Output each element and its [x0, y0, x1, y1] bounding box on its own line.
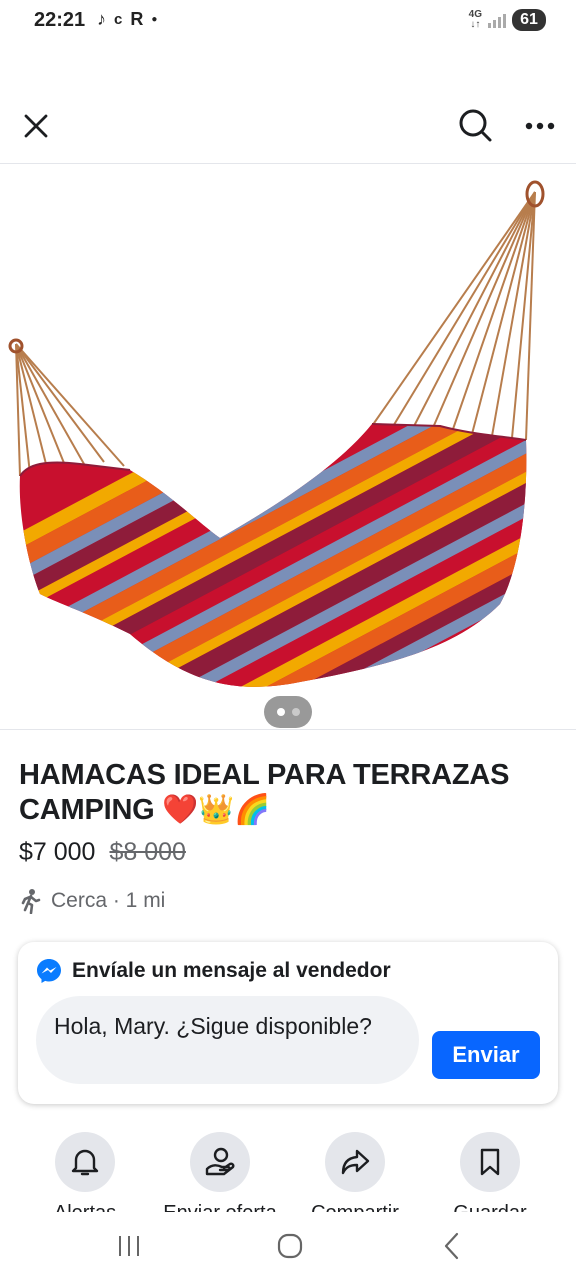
- save-button[interactable]: Guardar: [430, 1132, 550, 1212]
- bookmark-icon: [480, 1148, 500, 1176]
- alerts-label: Alertas: [54, 1202, 116, 1212]
- listing-photo-carousel[interactable]: [0, 164, 576, 730]
- listing-original-price: $8 000: [109, 838, 186, 866]
- send-offer-circle: [190, 1132, 250, 1192]
- send-button[interactable]: Enviar: [432, 1031, 540, 1079]
- alerts-circle: [55, 1132, 115, 1192]
- message-card-header: Envíale un mensaje al vendedor: [36, 958, 391, 984]
- home-button[interactable]: [270, 1228, 310, 1264]
- hammock-fabric: [19, 424, 527, 687]
- pager-dot-active: [276, 708, 285, 716]
- close-button[interactable]: [16, 106, 56, 146]
- r-icon: R: [130, 9, 144, 29]
- save-label: Guardar: [453, 1202, 526, 1212]
- home-icon: [277, 1233, 303, 1259]
- status-notification-icons: ♪ c R ●: [97, 9, 157, 30]
- messenger-icon: [37, 959, 61, 983]
- close-icon: [24, 114, 48, 138]
- price-row: $7 000 $8 000: [19, 838, 186, 867]
- alerts-button[interactable]: Alertas: [25, 1132, 145, 1212]
- status-time: 22:21: [34, 9, 86, 31]
- share-icon: [341, 1149, 370, 1175]
- send-offer-label: Enviar oferta: [163, 1202, 276, 1212]
- save-circle: [460, 1132, 520, 1192]
- message-seller-card: Envíale un mensaje al vendedor Hola, Mar…: [18, 942, 558, 1104]
- more-options-button[interactable]: [520, 106, 560, 146]
- recent-apps-icon: [119, 1236, 139, 1256]
- back-button[interactable]: [432, 1228, 472, 1264]
- listing-price: $7 000: [19, 838, 96, 866]
- listing-location[interactable]: Cerca · 1 mi: [19, 888, 165, 914]
- location-text: Cerca · 1 mi: [51, 889, 166, 912]
- network-icon: 4G ↓↑: [468, 9, 482, 30]
- status-bar: 22:21 ♪ c R ● 4G ↓↑ 61: [0, 0, 576, 44]
- search-button[interactable]: [454, 104, 496, 146]
- message-card-title: Envíale un mensaje al vendedor: [72, 959, 391, 982]
- dot-icon: ●: [151, 14, 158, 25]
- action-row: Alertas Enviar oferta Compartir Guardar: [0, 1132, 576, 1212]
- listing-title: HAMACAS IDEAL PARA TERRAZAS CAMPING ❤️👑🌈: [19, 759, 510, 826]
- message-input[interactable]: Hola, Mary. ¿Sigue disponible?: [36, 996, 419, 1084]
- more-icon: [525, 122, 555, 130]
- status-right: 4G ↓↑ 61: [469, 9, 546, 31]
- battery-indicator: 61: [512, 9, 546, 31]
- back-icon: [444, 1232, 459, 1260]
- search-icon: [459, 109, 492, 142]
- offer-icon: [205, 1147, 235, 1176]
- share-circle: [325, 1132, 385, 1192]
- recent-apps-button[interactable]: [109, 1228, 149, 1264]
- walking-person-icon: [21, 889, 41, 914]
- c-icon: c: [114, 11, 123, 28]
- pager-dot: [291, 708, 300, 716]
- hammock-photo: [8, 180, 545, 687]
- send-offer-button[interactable]: Enviar oferta: [160, 1132, 280, 1212]
- tiktok-icon: ♪: [97, 9, 106, 29]
- bell-icon: [71, 1149, 99, 1176]
- photo-pager: [264, 696, 312, 728]
- share-button[interactable]: Compartir: [295, 1132, 415, 1212]
- signal-icon: [488, 12, 506, 28]
- share-label: Compartir: [311, 1202, 399, 1212]
- system-navigation-bar: [0, 1212, 576, 1280]
- top-bar: [0, 86, 576, 164]
